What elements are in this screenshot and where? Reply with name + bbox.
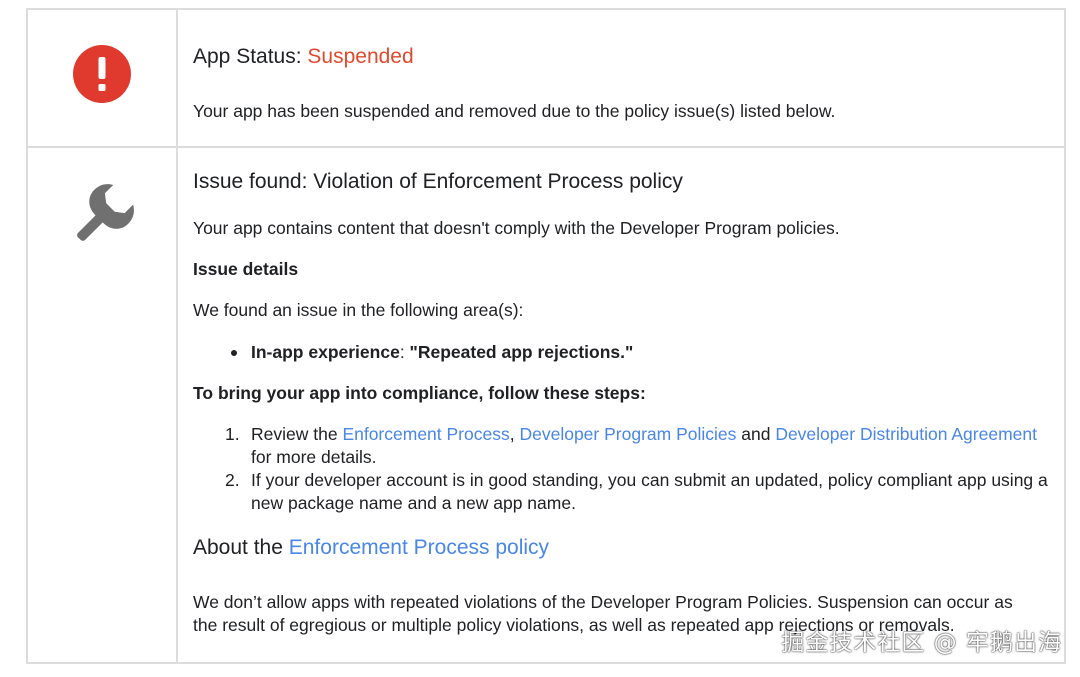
about-prefix: About the — [193, 536, 289, 559]
step-text: for more details. — [251, 447, 377, 467]
app-status-title: App Status: Suspended — [193, 43, 1052, 71]
app-status-value: Suspended — [307, 45, 414, 68]
step-item-2: 2. If your developer account is in good … — [193, 469, 1052, 515]
step-separator: and — [736, 424, 776, 444]
issue-found-text: We found an issue in the following area(… — [193, 300, 524, 320]
steps-list: 1. Review the Enforcement Process, Devel… — [193, 423, 1052, 515]
enforcement-process-policy-link[interactable]: Enforcement Process policy — [289, 536, 549, 559]
wrench-icon — [77, 184, 134, 241]
issue-content-cell: Issue found: Violation of Enforcement Pr… — [178, 148, 1064, 662]
status-description: Your app has been suspended and removed … — [193, 101, 836, 121]
developer-program-policies-link[interactable]: Developer Program Policies — [519, 424, 736, 444]
step-number: 2. — [225, 470, 240, 490]
step-separator: , — [509, 424, 520, 444]
step-text: Review the — [251, 424, 343, 444]
app-status-label: App Status: — [193, 45, 308, 68]
status-content-cell: App Status: Suspended Your app has been … — [178, 10, 1064, 146]
step-number: 1. — [225, 424, 240, 444]
issue-details-heading: Issue details — [193, 259, 299, 279]
watermark: 掘金技术社区 @ 牢鹅出海 — [781, 630, 1062, 656]
issue-title: Issue found: Violation of Enforcement Pr… — [193, 170, 683, 193]
issue-summary: Your app contains content that doesn't c… — [193, 218, 840, 238]
about-heading: About the Enforcement Process policy — [193, 534, 1052, 562]
issue-area-value: "Repeated app rejections." — [409, 342, 634, 362]
status-icon-cell — [28, 10, 178, 146]
step-item-1: 1. Review the Enforcement Process, Devel… — [193, 423, 1052, 469]
status-row: App Status: Suspended Your app has been … — [28, 10, 1064, 148]
step-text: If your developer account is in good sta… — [251, 470, 1048, 513]
issue-list-item: In-app experience: "Repeated app rejecti… — [193, 341, 1052, 364]
developer-distribution-agreement-link[interactable]: Developer Distribution Agreement — [775, 424, 1037, 444]
policy-notice-table: App Status: Suspended Your app has been … — [26, 8, 1066, 664]
alert-circle-icon — [73, 45, 131, 103]
issue-list: In-app experience: "Repeated app rejecti… — [193, 341, 1052, 364]
issue-row: Issue found: Violation of Enforcement Pr… — [28, 148, 1064, 662]
issue-area-label: In-app experience — [251, 342, 400, 362]
steps-heading: To bring your app into compliance, follo… — [193, 383, 646, 403]
enforcement-process-link[interactable]: Enforcement Process — [342, 424, 509, 444]
issue-icon-cell — [28, 148, 178, 662]
issue-area-separator: : — [399, 342, 410, 362]
